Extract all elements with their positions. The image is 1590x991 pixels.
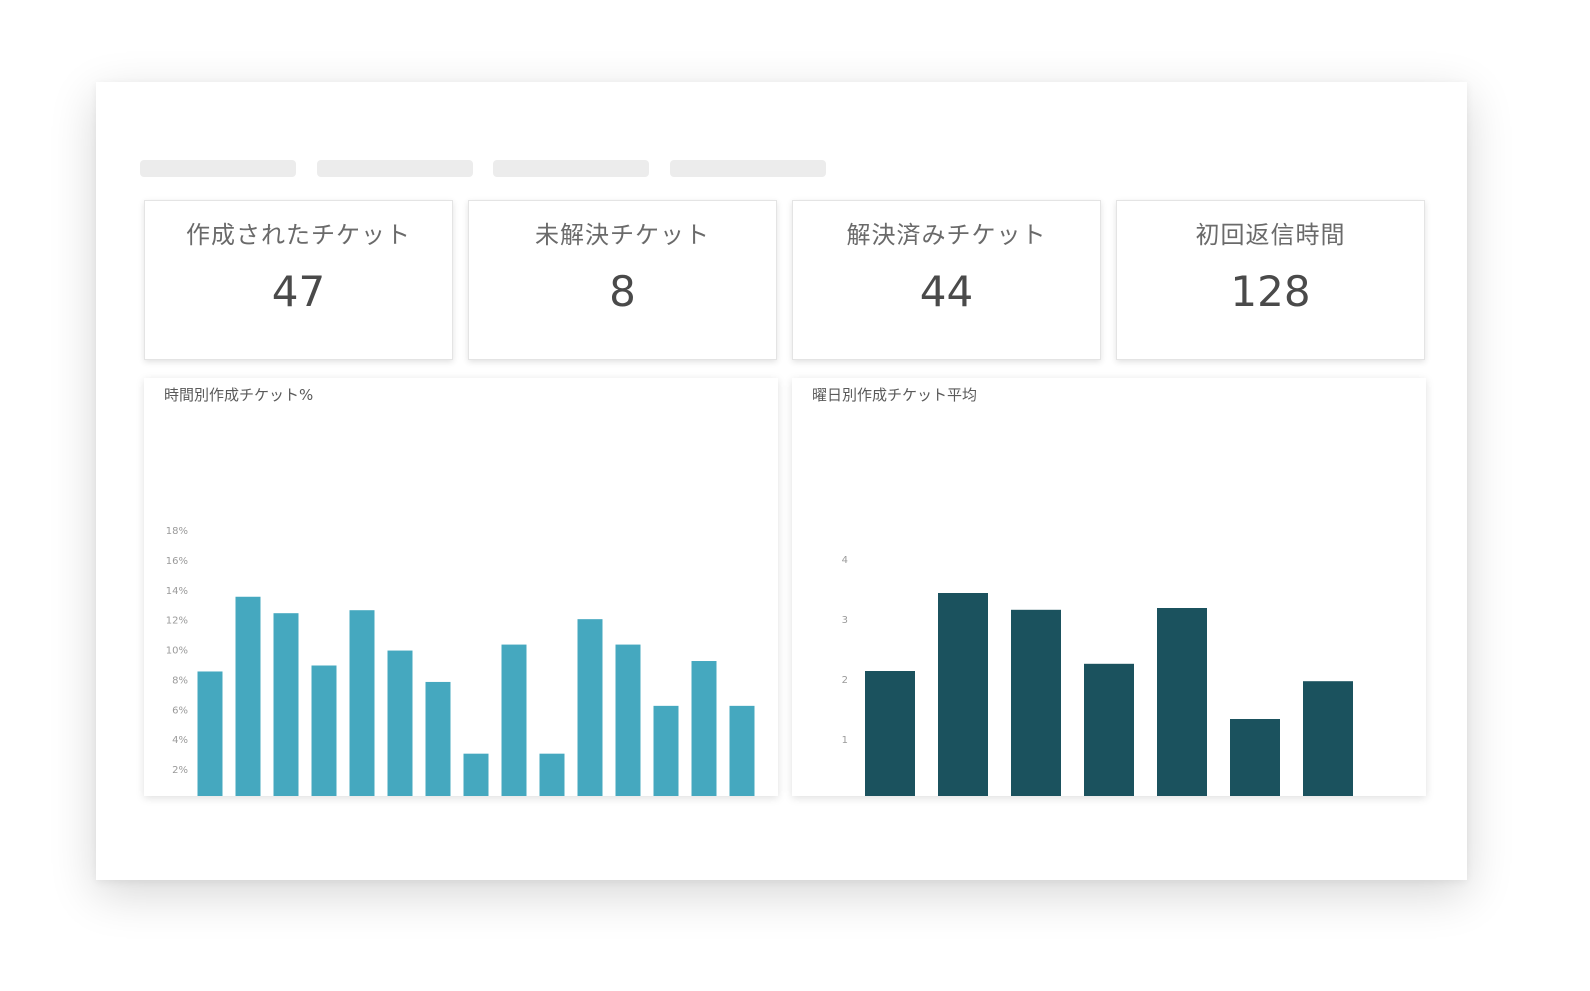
dashboard-panel: 作成されたチケット 47 未解決チケット 8 解決済みチケット 44 初回返信時… — [96, 82, 1467, 880]
kpi-value: 47 — [271, 267, 326, 316]
kpi-value: 44 — [919, 267, 974, 316]
y-tick-label: 0 — [842, 795, 848, 796]
bar — [1157, 608, 1207, 796]
kpi-label: 作成されたチケット — [186, 221, 411, 249]
bar — [273, 613, 299, 796]
bar — [938, 593, 988, 796]
kpi-card-resolved-tickets: 解決済みチケット 44 — [792, 200, 1101, 360]
weekday-tickets-chart: 01234月火水木金土日 — [842, 555, 1353, 796]
y-tick-label: 16% — [166, 556, 188, 567]
kpi-label: 解決済みチケット — [846, 221, 1047, 249]
tab-placeholder-1[interactable] — [140, 160, 296, 177]
bar — [501, 644, 527, 796]
bar — [539, 753, 565, 796]
y-tick-label: 8% — [172, 675, 188, 686]
tab-placeholder-4[interactable] — [670, 160, 826, 177]
y-tick-label: 4 — [842, 555, 848, 566]
y-tick-label: 1 — [842, 735, 848, 746]
y-tick-label: 12% — [166, 616, 188, 627]
kpi-value: 128 — [1230, 267, 1311, 316]
bar — [615, 644, 641, 796]
tab-placeholder-2[interactable] — [317, 160, 473, 177]
chart-title: 曜日別作成チケット平均 — [812, 386, 978, 404]
y-tick-label: 2 — [842, 675, 848, 686]
y-tick-label: 6% — [172, 705, 188, 716]
bar — [729, 705, 755, 796]
bar — [1230, 719, 1280, 796]
kpi-card-created-tickets: 作成されたチケット 47 — [144, 200, 453, 360]
y-tick-label: 18% — [166, 526, 188, 537]
bar — [387, 650, 413, 796]
kpi-card-first-reply-time: 初回返信時間 128 — [1116, 200, 1425, 360]
kpi-card-open-tickets: 未解決チケット 8 — [468, 200, 777, 360]
bar — [577, 619, 603, 796]
bar — [1011, 609, 1061, 796]
bar — [463, 753, 489, 796]
chart-title: 時間別作成チケット% — [164, 386, 314, 404]
y-tick-label: 0% — [172, 795, 188, 796]
bar — [349, 610, 375, 796]
bar — [197, 671, 223, 796]
hourly-tickets-chart-card: 0%2%4%6%8%10%12%14%16%18%012345678910111… — [144, 378, 778, 796]
y-tick-label: 4% — [172, 735, 188, 746]
bar — [653, 705, 679, 796]
bar — [1303, 681, 1353, 796]
bar — [235, 596, 261, 796]
kpi-value: 8 — [609, 267, 636, 316]
bar — [425, 681, 451, 796]
bar — [1084, 663, 1134, 796]
bar — [311, 665, 337, 796]
weekday-tickets-chart-card: 01234月火水木金土日 曜日別作成チケット平均 — [792, 378, 1426, 796]
y-tick-label: 10% — [166, 646, 188, 657]
bar — [691, 661, 717, 796]
kpi-label: 初回返信時間 — [1195, 221, 1346, 249]
y-tick-label: 3 — [842, 615, 848, 626]
bar — [865, 671, 915, 796]
hourly-tickets-chart: 0%2%4%6%8%10%12%14%16%18%012345678910111… — [166, 526, 755, 796]
kpi-label: 未解決チケット — [535, 221, 710, 249]
y-tick-label: 14% — [166, 586, 188, 597]
y-tick-label: 2% — [172, 765, 188, 776]
tab-placeholder-3[interactable] — [493, 160, 649, 177]
